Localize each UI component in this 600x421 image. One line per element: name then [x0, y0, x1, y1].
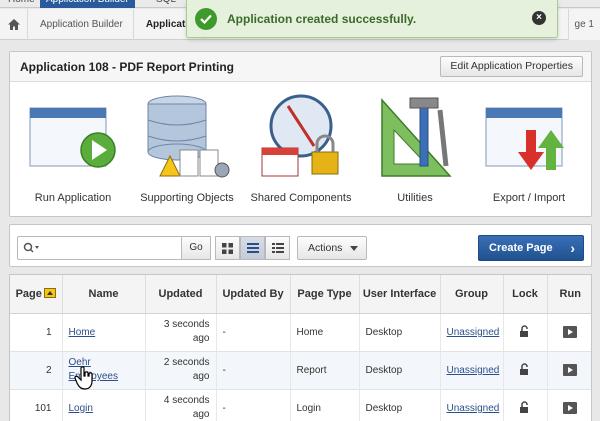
detail-list-icon [271, 243, 284, 253]
table-row: 101 Login 4 seconds ago - Login Desktop … [10, 389, 591, 421]
chevron-right-icon: › [570, 240, 575, 256]
home-icon[interactable] [0, 8, 28, 40]
breadcrumb-page-indicator[interactable]: ge 1 [567, 9, 600, 40]
shared-components-icon [261, 94, 339, 177]
success-notification: Application created successfully. × [186, 0, 558, 38]
column-header-updated-by[interactable]: Updated By [216, 275, 291, 314]
column-header-page-type[interactable]: Page Type [290, 275, 360, 314]
supporting-objects-tile[interactable]: Supporting Objects [132, 82, 242, 217]
edit-application-properties-button[interactable]: Edit Application Properties [440, 56, 583, 77]
list-icon [246, 243, 259, 253]
page-number: 2 [10, 351, 63, 390]
column-header-page[interactable]: Page [10, 275, 63, 314]
unlock-icon[interactable] [503, 351, 548, 390]
updated-by-cell: - [216, 389, 291, 421]
tab-sql[interactable]: SQL [150, 0, 182, 8]
column-header-name[interactable]: Name [62, 275, 146, 314]
chevron-down-icon [350, 246, 358, 251]
tab-home[interactable]: Home [2, 0, 41, 8]
create-page-label: Create Page [489, 242, 553, 254]
export-import-label: Export / Import [492, 192, 566, 204]
unlock-icon[interactable] [503, 389, 548, 421]
user-interface-cell: Desktop [359, 313, 441, 352]
run-application-icon [29, 107, 116, 168]
pages-table: Page Name Updated Updated By Page Type U… [9, 274, 592, 421]
page-number: 1 [10, 313, 63, 352]
run-page-icon[interactable] [563, 364, 578, 376]
checkmark-icon [195, 7, 217, 30]
updated-cell: 3 seconds ago [145, 313, 217, 352]
notification-message: Application created successfully. [227, 11, 417, 26]
application-panel: Application 108 - PDF Report Printing Ed… [9, 51, 592, 217]
group-link[interactable]: Unassigned [447, 403, 500, 414]
grid-icon [222, 242, 233, 254]
breadcrumb-application-builder[interactable]: Application Builder [28, 8, 134, 40]
report-view-button[interactable] [240, 236, 265, 260]
page-number: 101 [10, 389, 63, 421]
run-application-tile[interactable]: Run Application [18, 82, 128, 217]
close-icon[interactable]: × [532, 11, 546, 25]
run-application-label: Run Application [34, 192, 112, 204]
go-button[interactable]: Go [181, 236, 211, 260]
tab-application-builder[interactable]: Application Builder [40, 0, 135, 8]
utilities-tile[interactable]: Utilities [360, 82, 470, 217]
page-type-cell: Login [290, 389, 360, 421]
export-import-icon [485, 107, 564, 170]
run-page-icon[interactable] [563, 326, 578, 338]
application-title: Application 108 - PDF Report Printing [20, 59, 235, 74]
unlock-icon[interactable] [503, 313, 548, 352]
shared-components-label: Shared Components [250, 192, 352, 204]
updated-by-cell: - [216, 313, 291, 352]
create-page-button[interactable]: Create Page › [478, 235, 584, 261]
column-header-run[interactable]: Run [547, 275, 591, 314]
shared-components-tile[interactable]: Shared Components [246, 82, 356, 217]
updated-by-cell: - [216, 351, 291, 390]
updated-cell: 4 seconds ago [145, 389, 217, 421]
detail-view-button[interactable] [265, 236, 290, 260]
column-header-group[interactable]: Group [440, 275, 504, 314]
utilities-label: Utilities [397, 192, 433, 204]
page-name-link[interactable]: Login [69, 403, 93, 414]
run-page-icon[interactable] [563, 402, 578, 414]
table-row: 2 Oehr Employees 2 seconds ago - Report … [10, 351, 591, 390]
export-import-tile[interactable]: Export / Import [474, 82, 584, 217]
hand-cursor-icon [74, 366, 93, 390]
page-type-cell: Report [290, 351, 360, 390]
sort-ascending-icon[interactable] [43, 287, 56, 298]
utilities-icon [381, 97, 452, 177]
column-header-lock[interactable]: Lock [503, 275, 548, 314]
table-row: 1 Home 3 seconds ago - Home Desktop Unas… [10, 313, 591, 352]
supporting-objects-icon [147, 95, 230, 178]
group-link[interactable]: Unassigned [447, 365, 500, 376]
user-interface-cell: Desktop [359, 351, 441, 390]
page-type-cell: Home [290, 313, 360, 352]
supporting-objects-label: Supporting Objects [140, 192, 234, 204]
updated-cell: 2 seconds ago [145, 351, 217, 390]
page-name-link[interactable]: Home [69, 327, 96, 338]
column-header-updated[interactable]: Updated [145, 275, 217, 314]
application-actions: Run Application Supporting Objects Share… [10, 82, 591, 217]
table-header: Page Name Updated Updated By Page Type U… [10, 275, 591, 314]
search-input[interactable] [17, 236, 182, 260]
pages-toolbar: Go Actions Create Page › [9, 224, 592, 267]
actions-label: Actions [308, 242, 343, 254]
icon-view-button[interactable] [215, 236, 240, 260]
user-interface-cell: Desktop [359, 389, 441, 421]
search-icon[interactable] [23, 242, 41, 257]
group-link[interactable]: Unassigned [447, 327, 500, 338]
column-header-user-interface[interactable]: User Interface [359, 275, 441, 314]
application-header: Application 108 - PDF Report Printing Ed… [10, 52, 591, 82]
actions-menu-button[interactable]: Actions [297, 236, 367, 260]
